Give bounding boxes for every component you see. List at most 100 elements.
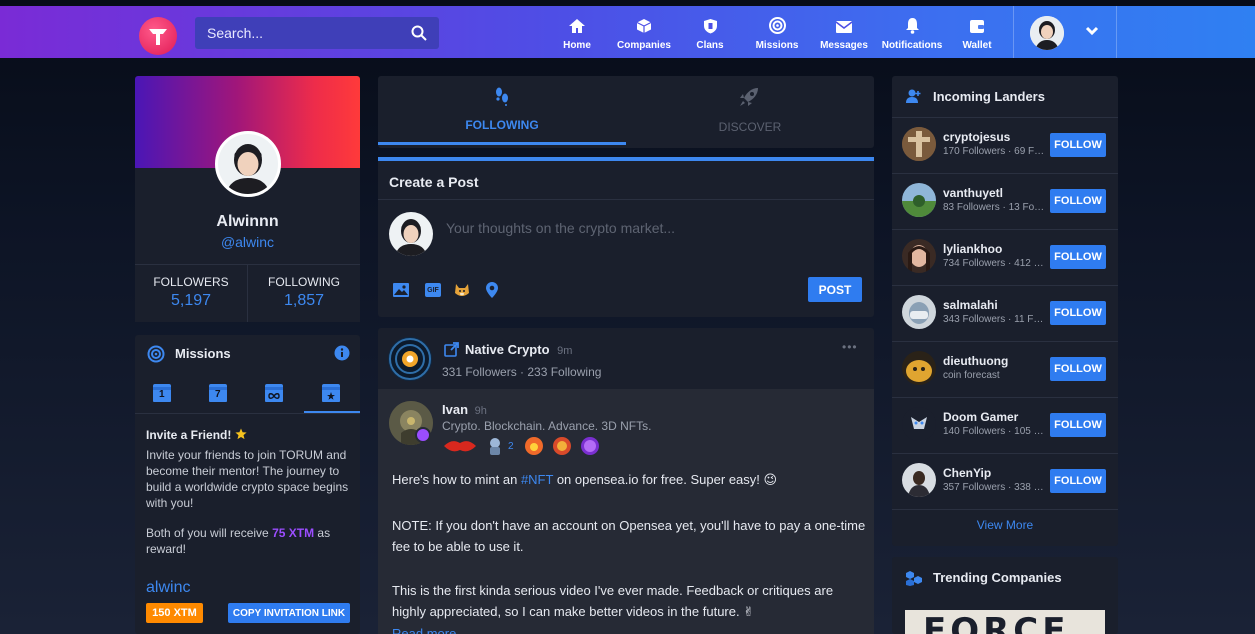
lander-avatar-image (902, 351, 936, 385)
search-input[interactable] (207, 25, 411, 41)
lander-stats: 357 Followers · 338 Following (943, 482, 1045, 493)
follow-button[interactable]: FOLLOW (1050, 357, 1106, 381)
cubes-icon (906, 571, 922, 586)
lander-stats: 83 Followers · 13 Following (943, 202, 1045, 213)
follow-button[interactable]: FOLLOW (1050, 301, 1106, 325)
location-pin-icon[interactable] (486, 282, 498, 298)
author-name[interactable]: Ivan (442, 402, 468, 417)
lander-avatar[interactable] (902, 127, 936, 161)
tab-infinite[interactable] (265, 384, 283, 402)
hashtag-link[interactable]: #NFT (521, 472, 553, 487)
lander-name[interactable]: dieuthuong (943, 354, 1008, 368)
doge-sticker-icon[interactable] (453, 281, 471, 299)
post-line-3: This is the first kinda serious video I'… (392, 583, 834, 619)
shield-icon (703, 19, 717, 34)
profile-handle[interactable]: @alwinc (135, 234, 360, 250)
tab-daily[interactable]: 1 (153, 384, 171, 402)
invite-title-text: Invite a Friend! (146, 428, 232, 442)
home-icon (569, 19, 585, 33)
nav-label: Notifications (881, 40, 943, 51)
lander-avatar[interactable] (902, 295, 936, 329)
lander-avatar[interactable] (902, 183, 936, 217)
verified-badge-icon (415, 427, 431, 443)
author-line: Ivan 9h (442, 402, 487, 417)
nav-companies[interactable]: Companies (615, 10, 673, 56)
create-post-title: Create a Post (389, 174, 479, 190)
fire-badge-icon (525, 437, 543, 455)
follow-button[interactable]: FOLLOW (1050, 189, 1106, 213)
followers-count[interactable]: 5,197 (135, 292, 247, 310)
nav-label: Wallet (962, 40, 992, 51)
lander-avatar[interactable] (902, 407, 936, 441)
lander-avatar[interactable] (902, 239, 936, 273)
profile-name: Alwinnn (216, 213, 279, 230)
invite-description: Invite your friends to join TORUM and be… (146, 448, 349, 510)
lander-avatar-image (902, 239, 936, 273)
user-avatar-image (1030, 16, 1064, 50)
emoji-badge-icon (553, 437, 571, 455)
profile-avatar[interactable] (215, 131, 281, 197)
torum-logo-icon (149, 29, 167, 45)
bell-icon (905, 18, 919, 34)
cube-icon (636, 19, 652, 33)
tab-discover-label: DISCOVER (718, 120, 782, 134)
read-more-link[interactable]: Read more (392, 626, 456, 634)
shared-by-stats: 331 Followers · 233 Following (442, 365, 602, 379)
torum-logo[interactable] (139, 17, 177, 55)
nav-wallet[interactable]: Wallet (961, 10, 993, 56)
gif-icon[interactable]: GIF (425, 283, 441, 297)
chevron-down-icon[interactable] (1085, 26, 1099, 36)
invite-title: Invite a Friend! (146, 428, 247, 442)
follow-button[interactable]: FOLLOW (1050, 245, 1106, 269)
view-more-link[interactable]: View More (892, 518, 1118, 532)
nav-label: Companies (617, 40, 671, 51)
post-line-2: NOTE: If you don't have an account on Op… (392, 518, 866, 554)
lander-name[interactable]: Doom Gamer (943, 410, 1018, 424)
post-more-menu[interactable]: ••• (842, 340, 858, 354)
native-crypto-avatar[interactable] (388, 337, 432, 381)
tab-special[interactable] (322, 384, 340, 402)
nav-label: Home (563, 40, 591, 51)
tab-following[interactable]: FOLLOWING (378, 76, 626, 142)
lander-stats: 140 Followers · 105 Following (943, 426, 1045, 437)
tab-discover[interactable]: DISCOVER (626, 76, 874, 142)
divider (135, 413, 360, 414)
nav-messages[interactable]: Messages (819, 10, 869, 56)
share-icon (444, 342, 459, 357)
shared-time: 9m (557, 345, 573, 357)
lander-avatar[interactable] (902, 351, 936, 385)
badge-count: 2 (508, 441, 514, 452)
nav-notifications[interactable]: Notifications (881, 10, 943, 56)
reward-prefix: Both of you will receive (146, 526, 273, 540)
lander-name[interactable]: lyliankhoo (943, 242, 1002, 256)
shared-by-line: Native Crypto 9m (465, 342, 572, 357)
lander-avatar-image (902, 127, 936, 161)
post-button[interactable]: POST (808, 277, 862, 302)
info-icon[interactable] (334, 345, 350, 361)
search-icon[interactable] (411, 25, 427, 41)
missions-title: Missions (175, 346, 231, 361)
copy-invitation-link-button[interactable]: COPY INVITATION LINK (228, 603, 350, 623)
tab-weekly[interactable]: 7 (209, 384, 227, 402)
lander-name[interactable]: cryptojesus (943, 130, 1010, 144)
nav-home[interactable]: Home (561, 10, 593, 56)
image-icon[interactable] (393, 283, 409, 297)
follow-button[interactable]: FOLLOW (1050, 469, 1106, 493)
trending-company-banner[interactable]: FORCE (905, 610, 1105, 634)
post-line-1: Here's how to mint an #NFT on opensea.io… (392, 472, 867, 488)
user-avatar[interactable] (1030, 16, 1064, 50)
nav-missions[interactable]: Missions (755, 10, 799, 56)
lander-name[interactable]: ChenYip (943, 466, 991, 480)
post-composer-input[interactable] (446, 218, 856, 238)
nav-label: Missions (755, 40, 799, 51)
lander-stats: 734 Followers · 412 Following (943, 258, 1045, 269)
lander-stats: coin forecast (943, 370, 1000, 381)
lander-avatar[interactable] (902, 463, 936, 497)
follow-button[interactable]: FOLLOW (1050, 133, 1106, 157)
following-count[interactable]: 1,857 (248, 292, 360, 310)
lander-name[interactable]: vanthuyetl (943, 186, 1003, 200)
follow-button[interactable]: FOLLOW (1050, 413, 1106, 437)
lander-name[interactable]: salmalahi (943, 298, 998, 312)
shared-by-name[interactable]: Native Crypto (465, 342, 550, 357)
nav-clans[interactable]: Clans (694, 10, 726, 56)
